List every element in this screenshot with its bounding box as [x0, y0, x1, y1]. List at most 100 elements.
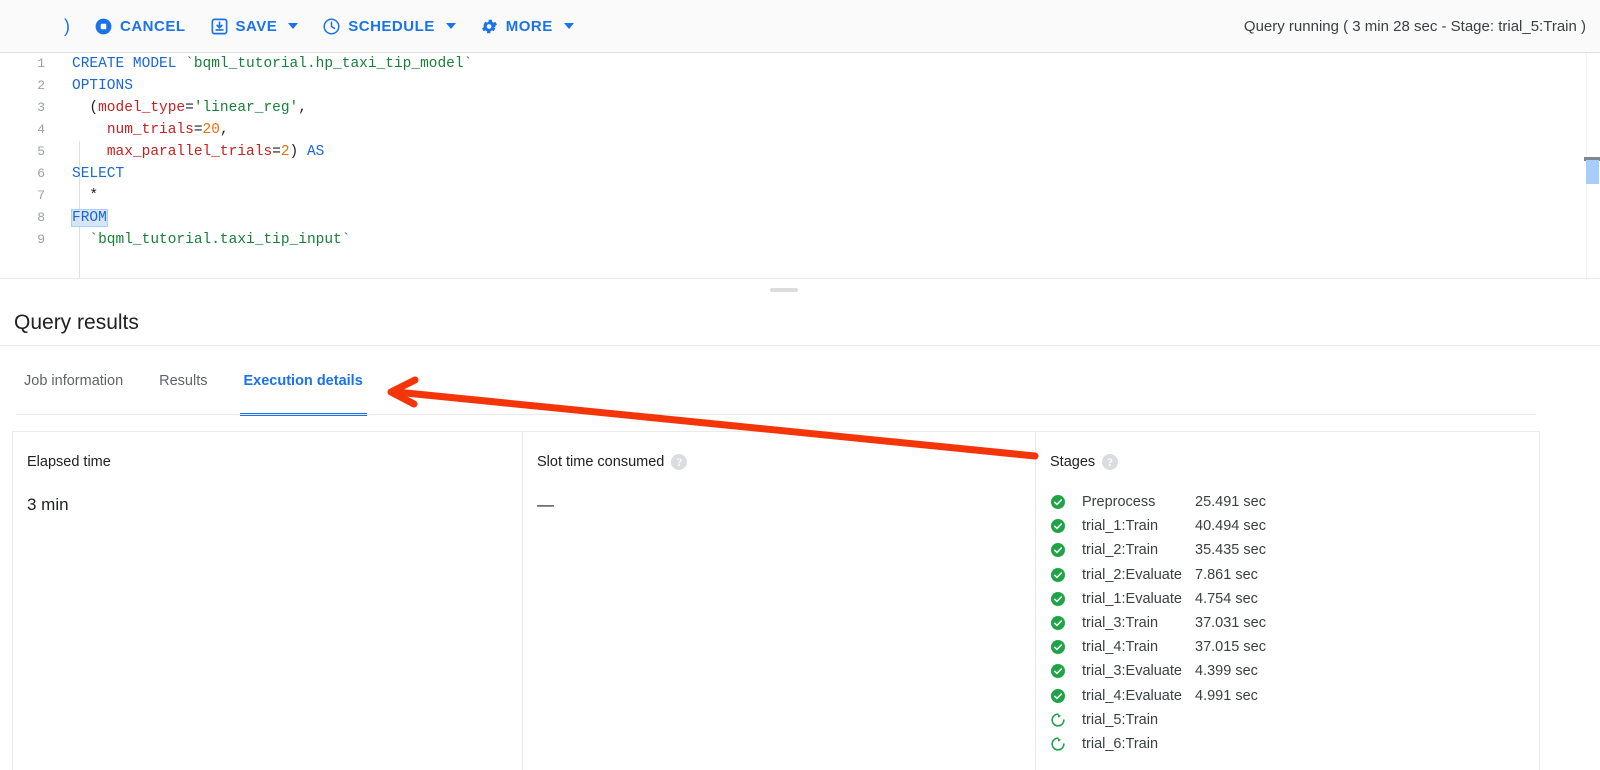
sql-keyword: CREATE MODEL: [72, 56, 177, 72]
slot-time-panel: Slot time consumed ? —: [523, 432, 1036, 770]
code-line-1: CREATE MODEL `bqml_tutorial.hp_taxi_tip_…: [72, 53, 1538, 75]
save-button[interactable]: SAVE: [200, 11, 309, 42]
toolbar-paren-text: ): [64, 15, 70, 36]
line-number: 2: [37, 78, 45, 93]
editor-line-number-gutter: 1 2 3 4 5 6 7 8 9: [0, 53, 56, 278]
help-circle-icon[interactable]: ?: [671, 454, 688, 470]
status-complete-icon: [1050, 591, 1082, 607]
status-complete-icon: [1050, 518, 1082, 534]
chevron-down-icon[interactable]: [288, 23, 299, 29]
stage-name: trial_2:Evaluate: [1082, 566, 1182, 583]
execution-details-panels: Elapsed time 3 min Slot time consumed ? …: [12, 431, 1540, 770]
elapsed-time-panel: Elapsed time 3 min: [13, 432, 523, 770]
stage-name: trial_3:Train: [1082, 615, 1159, 632]
cancel-button[interactable]: CANCEL: [84, 11, 196, 42]
stage-row[interactable]: trial_6:Train: [1050, 732, 1539, 756]
status-complete-icon: [1050, 688, 1082, 704]
code-line-7: *: [72, 188, 99, 204]
stop-circle-icon: [94, 17, 113, 36]
sql-number: 2: [280, 144, 290, 160]
stage-duration: 4.399 sec: [1195, 663, 1258, 680]
stage-row[interactable]: trial_4:Train 37.015 sec: [1050, 635, 1539, 659]
stage-duration: 25.491 sec: [1195, 494, 1266, 511]
stage-name: trial_2:Train: [1082, 542, 1159, 559]
sql-keyword: AS: [306, 144, 325, 160]
status-complete-icon: [1050, 663, 1082, 679]
code-line-4: num_trials=20,: [106, 122, 229, 138]
sql-option-name: max_parallel_trials: [106, 144, 273, 160]
line-number: 7: [37, 188, 45, 203]
results-tabs: Job information Results Execution detail…: [0, 346, 1600, 416]
more-button[interactable]: MORE: [470, 11, 584, 42]
line-number: 8: [37, 210, 45, 225]
tab-results[interactable]: Results: [141, 346, 225, 416]
line-number: 3: [37, 100, 45, 115]
stage-row[interactable]: trial_2:Train 35.435 sec: [1050, 538, 1539, 562]
stage-duration: 37.031 sec: [1195, 615, 1266, 632]
stage-name: trial_5:Train: [1082, 711, 1159, 728]
stage-row[interactable]: trial_1:Train 40.494 sec: [1050, 514, 1539, 538]
more-button-label: MORE: [505, 17, 553, 35]
gear-icon: [480, 17, 499, 36]
stage-name: trial_4:Train: [1082, 639, 1159, 656]
sql-number: 20: [202, 122, 220, 138]
stage-row[interactable]: trial_1:Evaluate 4.754 sec: [1050, 587, 1539, 611]
stage-duration: 40.494 sec: [1195, 518, 1266, 535]
stage-duration: 4.991 sec: [1195, 687, 1258, 704]
code-line-6: SELECT: [72, 163, 1538, 185]
editor-scrollbar-thumb[interactable]: [1586, 160, 1599, 184]
stage-row[interactable]: trial_5:Train: [1050, 708, 1539, 732]
tabstrip: Job information Results Execution detail…: [0, 346, 381, 416]
sql-option-name: model_type: [98, 100, 186, 116]
line-number: 6: [37, 166, 45, 181]
stage-name: trial_4:Evaluate: [1082, 687, 1182, 704]
stage-row[interactable]: trial_4:Evaluate 4.991 sec: [1050, 684, 1539, 708]
stage-row[interactable]: trial_2:Evaluate 7.861 sec: [1050, 563, 1539, 587]
sql-keyword: OPTIONS: [72, 78, 133, 94]
line-number: 4: [37, 122, 45, 137]
save-button-label: SAVE: [235, 17, 278, 35]
stage-duration: 37.015 sec: [1195, 639, 1266, 656]
tab-execution-details[interactable]: Execution details: [226, 346, 381, 416]
elapsed-time-label: Elapsed time: [27, 454, 111, 470]
sql-selected-token: FROM: [71, 209, 108, 227]
line-number: 9: [37, 232, 45, 247]
query-status-text: Query running ( 3 min 28 sec - Stage: tr…: [1243, 17, 1586, 35]
slot-time-label-text: Slot time consumed: [537, 454, 665, 470]
editor-scrollbar[interactable]: [1584, 53, 1600, 278]
tabs-divider: [16, 414, 1536, 415]
tab-job-information[interactable]: Job information: [6, 346, 141, 416]
status-complete-icon: [1050, 494, 1082, 510]
panel-resize-handle[interactable]: [770, 288, 798, 292]
slot-time-label: Slot time consumed ?: [537, 454, 1035, 470]
stage-name: trial_1:Evaluate: [1082, 590, 1182, 607]
chevron-down-icon[interactable]: [445, 23, 456, 29]
line-number: 5: [37, 144, 45, 159]
chevron-down-icon[interactable]: [563, 23, 574, 29]
stage-name: trial_3:Evaluate: [1082, 663, 1182, 680]
stage-name: trial_1:Train: [1082, 518, 1159, 535]
tab-label: Execution details: [243, 373, 363, 389]
stage-duration: 7.861 sec: [1195, 566, 1258, 583]
code-line-9: `bqml_tutorial.taxi_tip_input`: [72, 229, 1538, 251]
schedule-button[interactable]: SCHEDULE: [312, 11, 466, 42]
stage-row[interactable]: trial_3:Evaluate 4.399 sec: [1050, 659, 1539, 683]
stages-label: Stages ?: [1050, 454, 1539, 470]
stage-row[interactable]: Preprocess 25.491 sec: [1050, 490, 1539, 514]
help-circle-icon[interactable]: ?: [1102, 454, 1119, 470]
sql-editor[interactable]: 1 2 3 4 5 6 7 8 9 CREATE MODEL `bqml_tut…: [0, 53, 1600, 279]
status-running-icon: [1050, 712, 1082, 728]
sql-keyword: SELECT: [72, 166, 125, 182]
sql-identifier: `bqml_tutorial.hp_taxi_tip_model`: [185, 56, 473, 72]
code-line-2: OPTIONS: [72, 75, 1538, 97]
stages-panel: Stages ? Preprocess 25.491 sec trial_1:Tra…: [1036, 432, 1539, 770]
page-title: Query results: [14, 310, 139, 334]
schedule-button-label: SCHEDULE: [348, 17, 435, 35]
sql-string: 'linear_reg': [193, 100, 299, 116]
stages-label-text: Stages: [1050, 454, 1096, 470]
code-line-5: max_parallel_trials=2) AS: [106, 144, 325, 160]
stage-row[interactable]: trial_3:Train 37.031 sec: [1050, 611, 1539, 635]
sql-code-area[interactable]: CREATE MODEL `bqml_tutorial.hp_taxi_tip_…: [71, 53, 1538, 251]
line-number: 1: [37, 56, 45, 71]
clock-icon: [322, 17, 341, 36]
